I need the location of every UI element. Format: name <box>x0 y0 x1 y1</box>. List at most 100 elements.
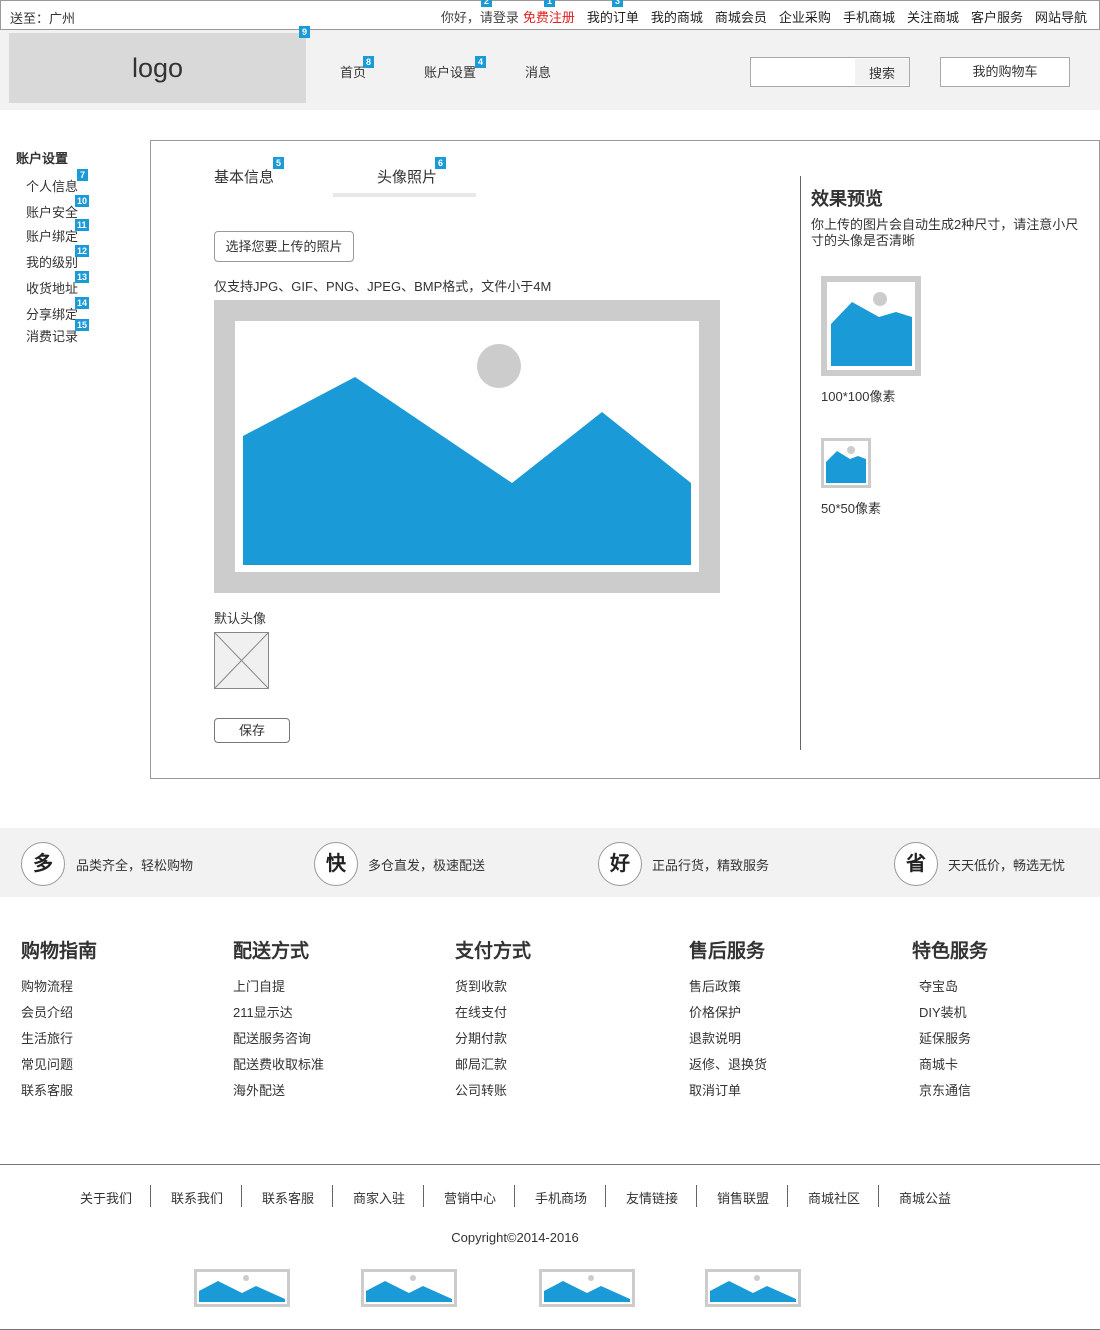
search-input[interactable] <box>752 59 854 85</box>
sidebar-item-account-binding[interactable]: 账户绑定 <box>26 226 78 245</box>
partner-logo[interactable] <box>539 1269 635 1307</box>
preview-large-label: 100*100像素 <box>821 389 896 404</box>
feature-text: 多仓直发，极速配送 <box>368 858 486 873</box>
top-link-follow[interactable]: 关注商城 <box>907 7 959 26</box>
default-avatar-label: 默认头像 <box>214 611 267 626</box>
footer-link[interactable]: 延保服务 <box>919 1028 971 1047</box>
footer-link[interactable]: 211显示达 <box>233 1002 293 1021</box>
footer-link[interactable]: 会员介绍 <box>21 1002 73 1021</box>
footer-link[interactable]: 上门自提 <box>233 976 285 995</box>
footer-bottom-link[interactable]: 关于我们 <box>80 1188 132 1207</box>
sidebar-item-share-binding[interactable]: 分享绑定 <box>26 304 78 323</box>
image-placeholder-icon <box>705 1269 801 1307</box>
footer-bottom-link[interactable]: 手机商场 <box>535 1188 587 1207</box>
sidebar-item-my-level[interactable]: 我的级别 <box>26 252 78 271</box>
footer-link[interactable]: 价格保护 <box>689 1002 741 1021</box>
feature-icon: 省 <box>894 842 938 886</box>
default-avatar[interactable] <box>214 632 270 689</box>
footer-link[interactable]: 夺宝岛 <box>919 976 958 995</box>
save-button[interactable]: 保存 <box>214 718 290 743</box>
tab-avatar-photo[interactable]: 头像照片 <box>377 166 437 187</box>
annotation-badge: 8 <box>363 56 374 68</box>
footer-link[interactable]: 分期付款 <box>455 1028 507 1047</box>
footer-bottom-link[interactable]: 营销中心 <box>444 1188 496 1207</box>
image-placeholder-icon <box>539 1269 635 1307</box>
panel-divider <box>800 176 801 750</box>
top-link-mobile[interactable]: 手机商城 <box>843 7 895 26</box>
feature-text: 天天低价，畅选无忧 <box>948 858 1066 873</box>
top-link-my-mall[interactable]: 我的商城 <box>651 7 703 26</box>
footer-bottom-link[interactable]: 商家入驻 <box>353 1188 405 1207</box>
upload-preview-image[interactable] <box>214 300 720 593</box>
login-link[interactable]: 你好，请登录 <box>441 7 519 26</box>
top-link-orders[interactable]: 我的订单 <box>587 7 639 26</box>
footer-link[interactable]: 海外配送 <box>233 1080 285 1099</box>
footer-link[interactable]: 常见问题 <box>21 1054 73 1073</box>
delivery-location[interactable]: 送至：广州 <box>10 8 75 27</box>
footer-link[interactable]: 配送服务咨询 <box>233 1028 311 1047</box>
search-box: 搜索 <box>750 57 910 87</box>
feature-icon: 多 <box>21 842 65 886</box>
footer-bottom-link[interactable]: 商城公益 <box>899 1188 951 1207</box>
top-link-membership[interactable]: 商城会员 <box>715 7 767 26</box>
preview-small-image <box>821 438 871 488</box>
top-link-sitemap[interactable]: 网站导航 <box>1035 7 1087 26</box>
sidebar-item-shipping-address[interactable]: 收货地址 <box>26 278 78 297</box>
footer-link[interactable]: 生活旅行 <box>21 1028 73 1047</box>
preview-large-image <box>821 276 921 376</box>
annotation-badge: 2 <box>481 0 492 7</box>
choose-photo-button[interactable]: 选择您要上传的照片 <box>214 231 354 262</box>
footer-link[interactable]: 配送费收取标准 <box>233 1054 324 1073</box>
footer-link[interactable]: 在线支付 <box>455 1002 507 1021</box>
footer-separator <box>423 1185 424 1207</box>
partner-logo[interactable] <box>705 1269 801 1307</box>
header: logo 9 首页 8 账户设置 4 消息 搜索 我的购物车 <box>0 26 1100 110</box>
footer-bottom-link[interactable]: 联系我们 <box>171 1188 223 1207</box>
footer-link[interactable]: 货到收款 <box>455 976 507 995</box>
nav-messages[interactable]: 消息 <box>525 62 551 81</box>
footer-separator <box>787 1185 788 1207</box>
footer-link[interactable]: 返修、退换货 <box>689 1054 767 1073</box>
footer-separator <box>241 1185 242 1207</box>
footer-link[interactable]: 联系客服 <box>21 1080 73 1099</box>
image-placeholder-icon <box>214 300 720 593</box>
register-link[interactable]: 免费注册 <box>523 7 575 26</box>
annotation-badge: 4 <box>475 56 486 68</box>
footer-link[interactable]: 取消订单 <box>689 1080 741 1099</box>
footer-bottom-link[interactable]: 销售联盟 <box>717 1188 769 1207</box>
annotation-badge: 7 <box>77 169 88 181</box>
preview-title: 效果预览 <box>811 189 883 209</box>
partner-logo[interactable] <box>361 1269 457 1307</box>
sidebar-item-account-security[interactable]: 账户安全 <box>26 202 78 221</box>
image-placeholder-icon <box>214 632 269 689</box>
footer-link[interactable]: 退款说明 <box>689 1028 741 1047</box>
cart-button[interactable]: 我的购物车 <box>940 57 1070 87</box>
footer-link[interactable]: 售后政策 <box>689 976 741 995</box>
feature-icon: 好 <box>598 842 642 886</box>
footer-bottom-link[interactable]: 商城社区 <box>808 1188 860 1207</box>
top-link-enterprise[interactable]: 企业采购 <box>779 7 831 26</box>
logo[interactable]: logo <box>9 33 306 103</box>
sidebar-item-personal-info[interactable]: 个人信息 <box>26 176 78 195</box>
footer-link[interactable]: 京东通信 <box>919 1080 971 1099</box>
nav-account-settings[interactable]: 账户设置 <box>424 62 476 81</box>
sidebar-item-spending-record[interactable]: 消费记录 <box>26 326 78 345</box>
footer-link[interactable]: 公司转账 <box>455 1080 507 1099</box>
annotation-badge: 15 <box>75 319 90 331</box>
footer-link[interactable]: 购物流程 <box>21 976 73 995</box>
annotation-badge: 9 <box>299 26 310 38</box>
annotation-badge: 1 <box>544 0 555 7</box>
footer-bottom-link[interactable]: 联系客服 <box>262 1188 314 1207</box>
annotation-badge: 6 <box>435 157 446 169</box>
tab-basic-info[interactable]: 基本信息 <box>214 166 274 187</box>
footer-column-title: 特色服务 <box>912 941 989 962</box>
partner-logo[interactable] <box>194 1269 290 1307</box>
search-button[interactable]: 搜索 <box>855 59 909 85</box>
footer-link[interactable]: DIY装机 <box>919 1002 967 1021</box>
active-tab-indicator <box>333 193 476 197</box>
footer-link[interactable]: 邮局汇款 <box>455 1054 507 1073</box>
footer-link[interactable]: 商城卡 <box>919 1054 958 1073</box>
sidebar-title: 账户设置 <box>16 151 69 166</box>
footer-bottom-link[interactable]: 友情链接 <box>626 1188 678 1207</box>
top-link-service[interactable]: 客户服务 <box>971 7 1023 26</box>
